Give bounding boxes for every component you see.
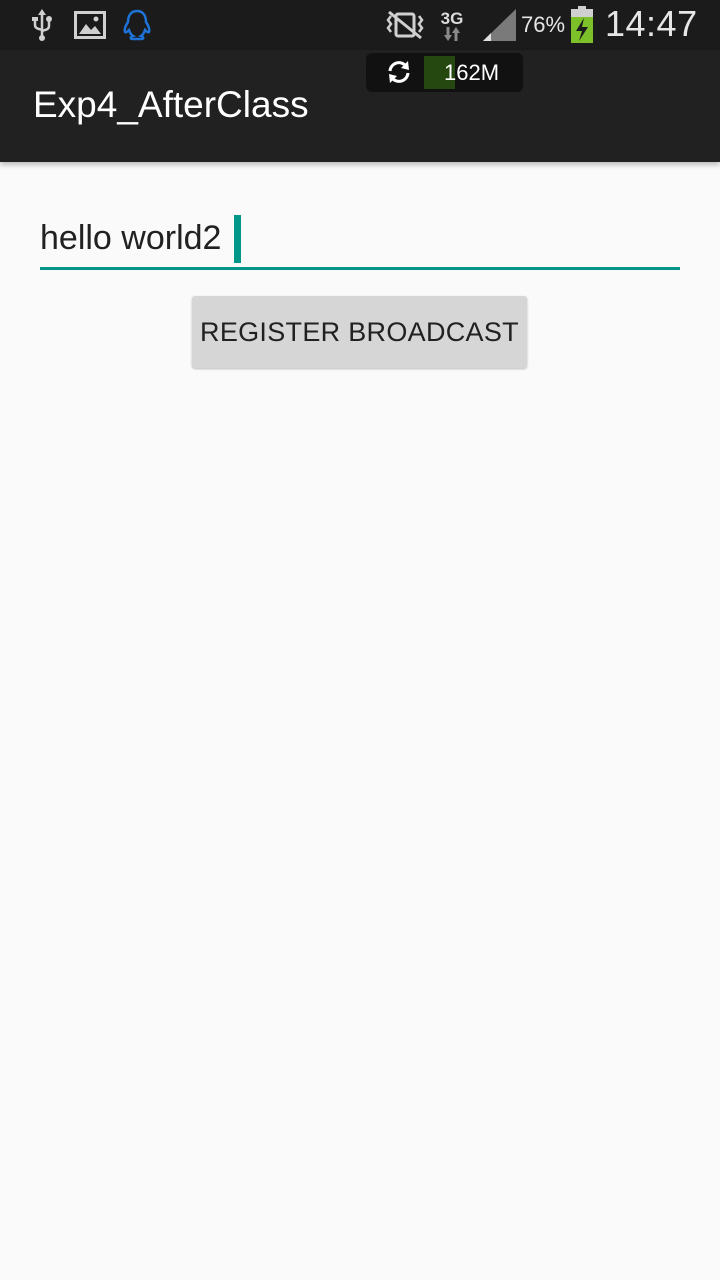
clock: 14:47 — [605, 3, 698, 44]
register-broadcast-button[interactable]: REGISTER BROADCAST — [192, 296, 527, 368]
main-content: hello world2 REGISTER BROADCAST — [0, 162, 720, 1280]
battery-charging-icon — [569, 6, 595, 44]
vibrate-off-icon — [383, 9, 427, 41]
qq-icon — [121, 9, 153, 41]
network-3g-icon: 3G — [437, 9, 467, 41]
sync-icon — [386, 59, 412, 89]
memory-overlay[interactable]: 162M — [366, 53, 523, 92]
battery-percent: 76% — [521, 12, 566, 37]
app-bar: Exp4_AfterClass — [0, 50, 720, 162]
app-title: Exp4_AfterClass — [33, 84, 309, 125]
memory-value: 162M — [444, 60, 500, 85]
text-cursor — [234, 215, 241, 263]
message-input-value[interactable]: hello world2 — [40, 219, 221, 258]
usb-icon — [30, 9, 54, 41]
signal-icon — [481, 9, 517, 41]
gallery-icon — [74, 9, 106, 41]
message-input[interactable]: hello world2 — [40, 212, 680, 270]
status-bar: 3G 76% 14:47 — [0, 0, 720, 50]
